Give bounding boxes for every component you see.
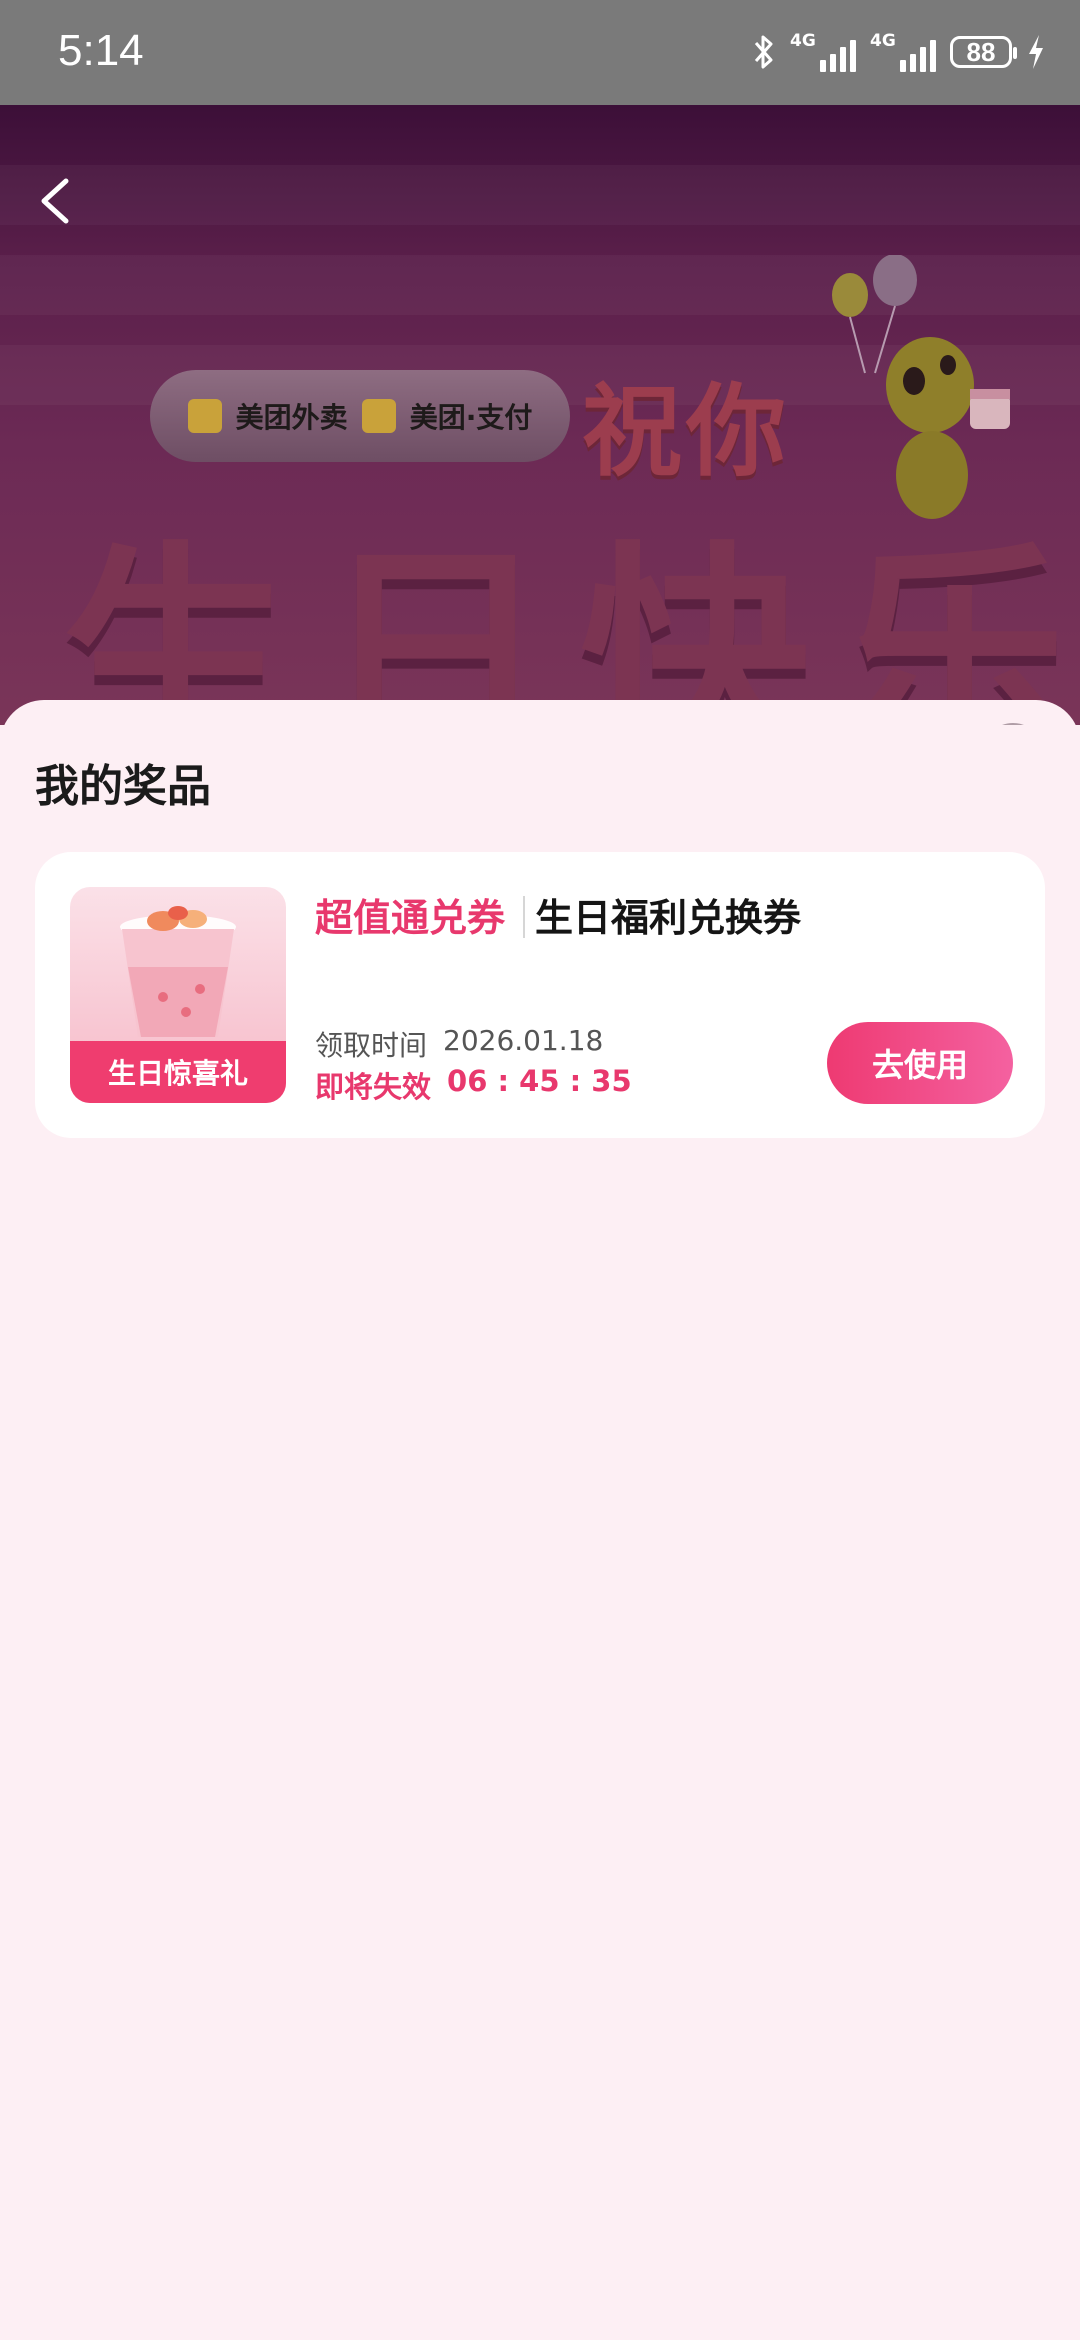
headline-large: 生日快乐 xyxy=(0,105,1080,725)
battery-level: 88 xyxy=(966,36,996,67)
claim-date: 2026.01.18 xyxy=(443,1024,604,1057)
status-icons: 4G 4G 88 xyxy=(752,28,1046,76)
signal-icon-2: 4G xyxy=(870,32,936,72)
prize-tag: 超值通兑券 xyxy=(315,896,506,940)
bluetooth-icon xyxy=(754,35,773,69)
expire-row: 即将失效 06 : 45 : 35 xyxy=(315,1064,632,1106)
use-coupon-button[interactable]: 去使用 xyxy=(827,1022,1013,1104)
charging-bolt-icon xyxy=(1029,35,1043,69)
title-divider xyxy=(523,896,525,938)
prize-thumbnail: 生日惊喜礼 xyxy=(70,887,286,1103)
milk-tea-cup-icon xyxy=(120,906,236,1037)
status-bar: 5:14 4G 4G 88 xyxy=(0,0,1080,105)
network-type-1: 4G xyxy=(790,31,816,51)
status-time: 5:14 xyxy=(58,26,144,75)
prize-card[interactable]: 生日惊喜礼 超值通兑券 生日福利兑换券 领取时间 2026.01.18 即将失效… xyxy=(35,852,1045,1138)
prize-name: 生日福利兑换券 xyxy=(535,896,802,940)
headline-large-text: 生日快乐 xyxy=(60,524,1080,725)
battery-icon: 88 xyxy=(950,36,1017,68)
countdown-timer: 06 : 45 : 35 xyxy=(447,1064,632,1098)
signal-icon-1: 4G xyxy=(790,32,856,72)
claim-time-row: 领取时间 2026.01.18 xyxy=(315,1024,603,1064)
thumbnail-label: 生日惊喜礼 xyxy=(70,1041,286,1103)
hero-banner: 美团外卖 美团·支付 祝你 生日快乐 xyxy=(0,105,1080,725)
expire-label: 即将失效 xyxy=(315,1070,432,1104)
claim-time-label: 领取时间 xyxy=(315,1029,428,1062)
sheet-title: 我的奖品 xyxy=(35,761,211,812)
prize-sheet: 我的奖品 生日惊喜礼 超值通兑券 生日福利兑换券 领取时间 2026.01.18 xyxy=(0,700,1080,2340)
network-type-2: 4G xyxy=(870,31,896,51)
